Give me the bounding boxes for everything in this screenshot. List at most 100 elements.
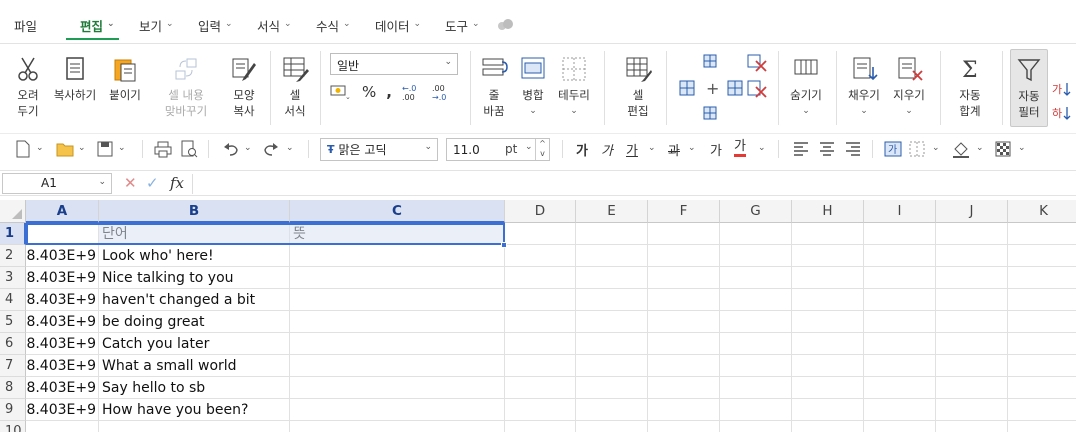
cell-j6[interactable] [936,333,1008,355]
cell-e3[interactable] [576,267,648,289]
cell-j4[interactable] [936,289,1008,311]
menu-tab-tools[interactable]: 도구 ⌄ [445,16,480,40]
cell-a6[interactable]: 8.403E+9 [26,333,99,355]
cell-e2[interactable] [576,245,648,267]
cell-d4[interactable] [505,289,576,311]
cell-g9[interactable] [720,399,792,421]
cell-h7[interactable] [792,355,864,377]
name-box[interactable]: A1 ⌄ [2,173,112,194]
row-header-10[interactable]: 10 [0,421,26,432]
menu-tab-edit[interactable]: 편집 ⌄ [66,16,119,40]
cell-j8[interactable] [936,377,1008,399]
cell-edit-button[interactable]: 셀 편집 [618,49,658,127]
cell-f2[interactable] [648,245,720,267]
hide-button[interactable]: 숨기기 ⌄ [784,49,828,127]
cell-a1[interactable] [26,223,99,245]
row-header-4[interactable]: 4 [0,289,26,311]
cell-i4[interactable] [864,289,936,311]
cell-d5[interactable] [505,311,576,333]
cell-e4[interactable] [576,289,648,311]
cell-i3[interactable] [864,267,936,289]
cell-i9[interactable] [864,399,936,421]
cell-c9[interactable] [290,399,505,421]
pattern-icon[interactable] [994,140,1012,158]
cell-e1[interactable] [576,223,648,245]
cell-j5[interactable] [936,311,1008,333]
column-header-a[interactable]: A [26,200,99,223]
currency-format-icon[interactable]: ⌄ [330,83,352,101]
formula-input[interactable] [192,174,1072,194]
cell-j10[interactable] [936,421,1008,432]
cell-g5[interactable] [720,311,792,333]
cell-h1[interactable] [792,223,864,245]
share-icon[interactable] [496,18,514,32]
insert-delete-cells-group[interactable]: + [676,53,772,125]
cell-h8[interactable] [792,377,864,399]
cell-j1[interactable] [936,223,1008,245]
strikethrough-button[interactable]: 과 [668,140,680,159]
cell-g2[interactable] [720,245,792,267]
underline-button[interactable]: 가 [626,140,638,159]
cell-d6[interactable] [505,333,576,355]
cell-c6[interactable] [290,333,505,355]
row-header-9[interactable]: 9 [0,399,26,421]
cell-h5[interactable] [792,311,864,333]
cell-i6[interactable] [864,333,936,355]
bold-button[interactable]: 가 [576,140,588,159]
cell-k1[interactable] [1008,223,1076,245]
menu-file[interactable]: 파일 [14,16,37,40]
number-format-select[interactable]: 일반 ⌄ [330,53,458,75]
cell-a9[interactable]: 8.403E+9 [26,399,99,421]
format-painter-button[interactable]: 모양 복사 [222,49,266,127]
chevron-down-icon[interactable]: ⌄ [648,143,656,153]
column-header-k[interactable]: K [1008,200,1076,223]
cell-f3[interactable] [648,267,720,289]
row-header-2[interactable]: 2 [0,245,26,267]
cell-b3[interactable]: Nice talking to you [99,267,290,289]
chevron-down-icon[interactable]: ⌄ [286,143,294,153]
redo-icon[interactable] [262,140,280,158]
cell-h6[interactable] [792,333,864,355]
fill-handle[interactable] [501,242,507,248]
cell-h9[interactable] [792,399,864,421]
insert-function-button[interactable]: fx [170,174,184,192]
cell-i7[interactable] [864,355,936,377]
cell-e5[interactable] [576,311,648,333]
chevron-down-icon[interactable]: ⌄ [688,143,696,153]
cell-i1[interactable] [864,223,936,245]
cell-g10[interactable] [720,421,792,432]
cell-f9[interactable] [648,399,720,421]
open-folder-icon[interactable] [56,140,74,158]
cell-f7[interactable] [648,355,720,377]
italic-button[interactable]: 가 [601,140,613,159]
cell-c4[interactable] [290,289,505,311]
font-name-select[interactable]: Ŧ 맑은 고딕 ⌄ [320,138,438,161]
cell-c10[interactable] [290,421,505,432]
cell-d10[interactable] [505,421,576,432]
cell-k9[interactable] [1008,399,1076,421]
chevron-down-icon[interactable]: ⌄ [1018,143,1026,153]
swap-cell-content-button[interactable]: 셀 내용 맞바꾸기 [160,49,212,127]
cell-i10[interactable] [864,421,936,432]
chevron-down-icon[interactable]: ⌄ [758,143,766,153]
cell-b8[interactable]: Say hello to sb [99,377,290,399]
cell-g3[interactable] [720,267,792,289]
print-icon[interactable] [154,140,172,158]
align-right-icon[interactable] [844,140,862,158]
cell-e7[interactable] [576,355,648,377]
fill-color-icon[interactable] [952,140,970,158]
align-center-icon[interactable] [818,140,836,158]
cell-i2[interactable] [864,245,936,267]
clear-button[interactable]: 지우기 ⌄ [888,49,930,127]
cell-h10[interactable] [792,421,864,432]
autofilter-button[interactable]: 자동 필터 [1010,49,1048,127]
chevron-down-icon[interactable]: ⌄ [118,143,126,153]
cell-a4[interactable]: 8.403E+9 [26,289,99,311]
cell-g6[interactable] [720,333,792,355]
cell-f6[interactable] [648,333,720,355]
cell-d2[interactable] [505,245,576,267]
cell-b5[interactable]: be doing great [99,311,290,333]
percent-icon[interactable]: % [362,83,376,101]
autosum-button[interactable]: Σ 자동 합계 [948,49,992,127]
cut-button[interactable]: 오려 두기 [10,49,46,127]
